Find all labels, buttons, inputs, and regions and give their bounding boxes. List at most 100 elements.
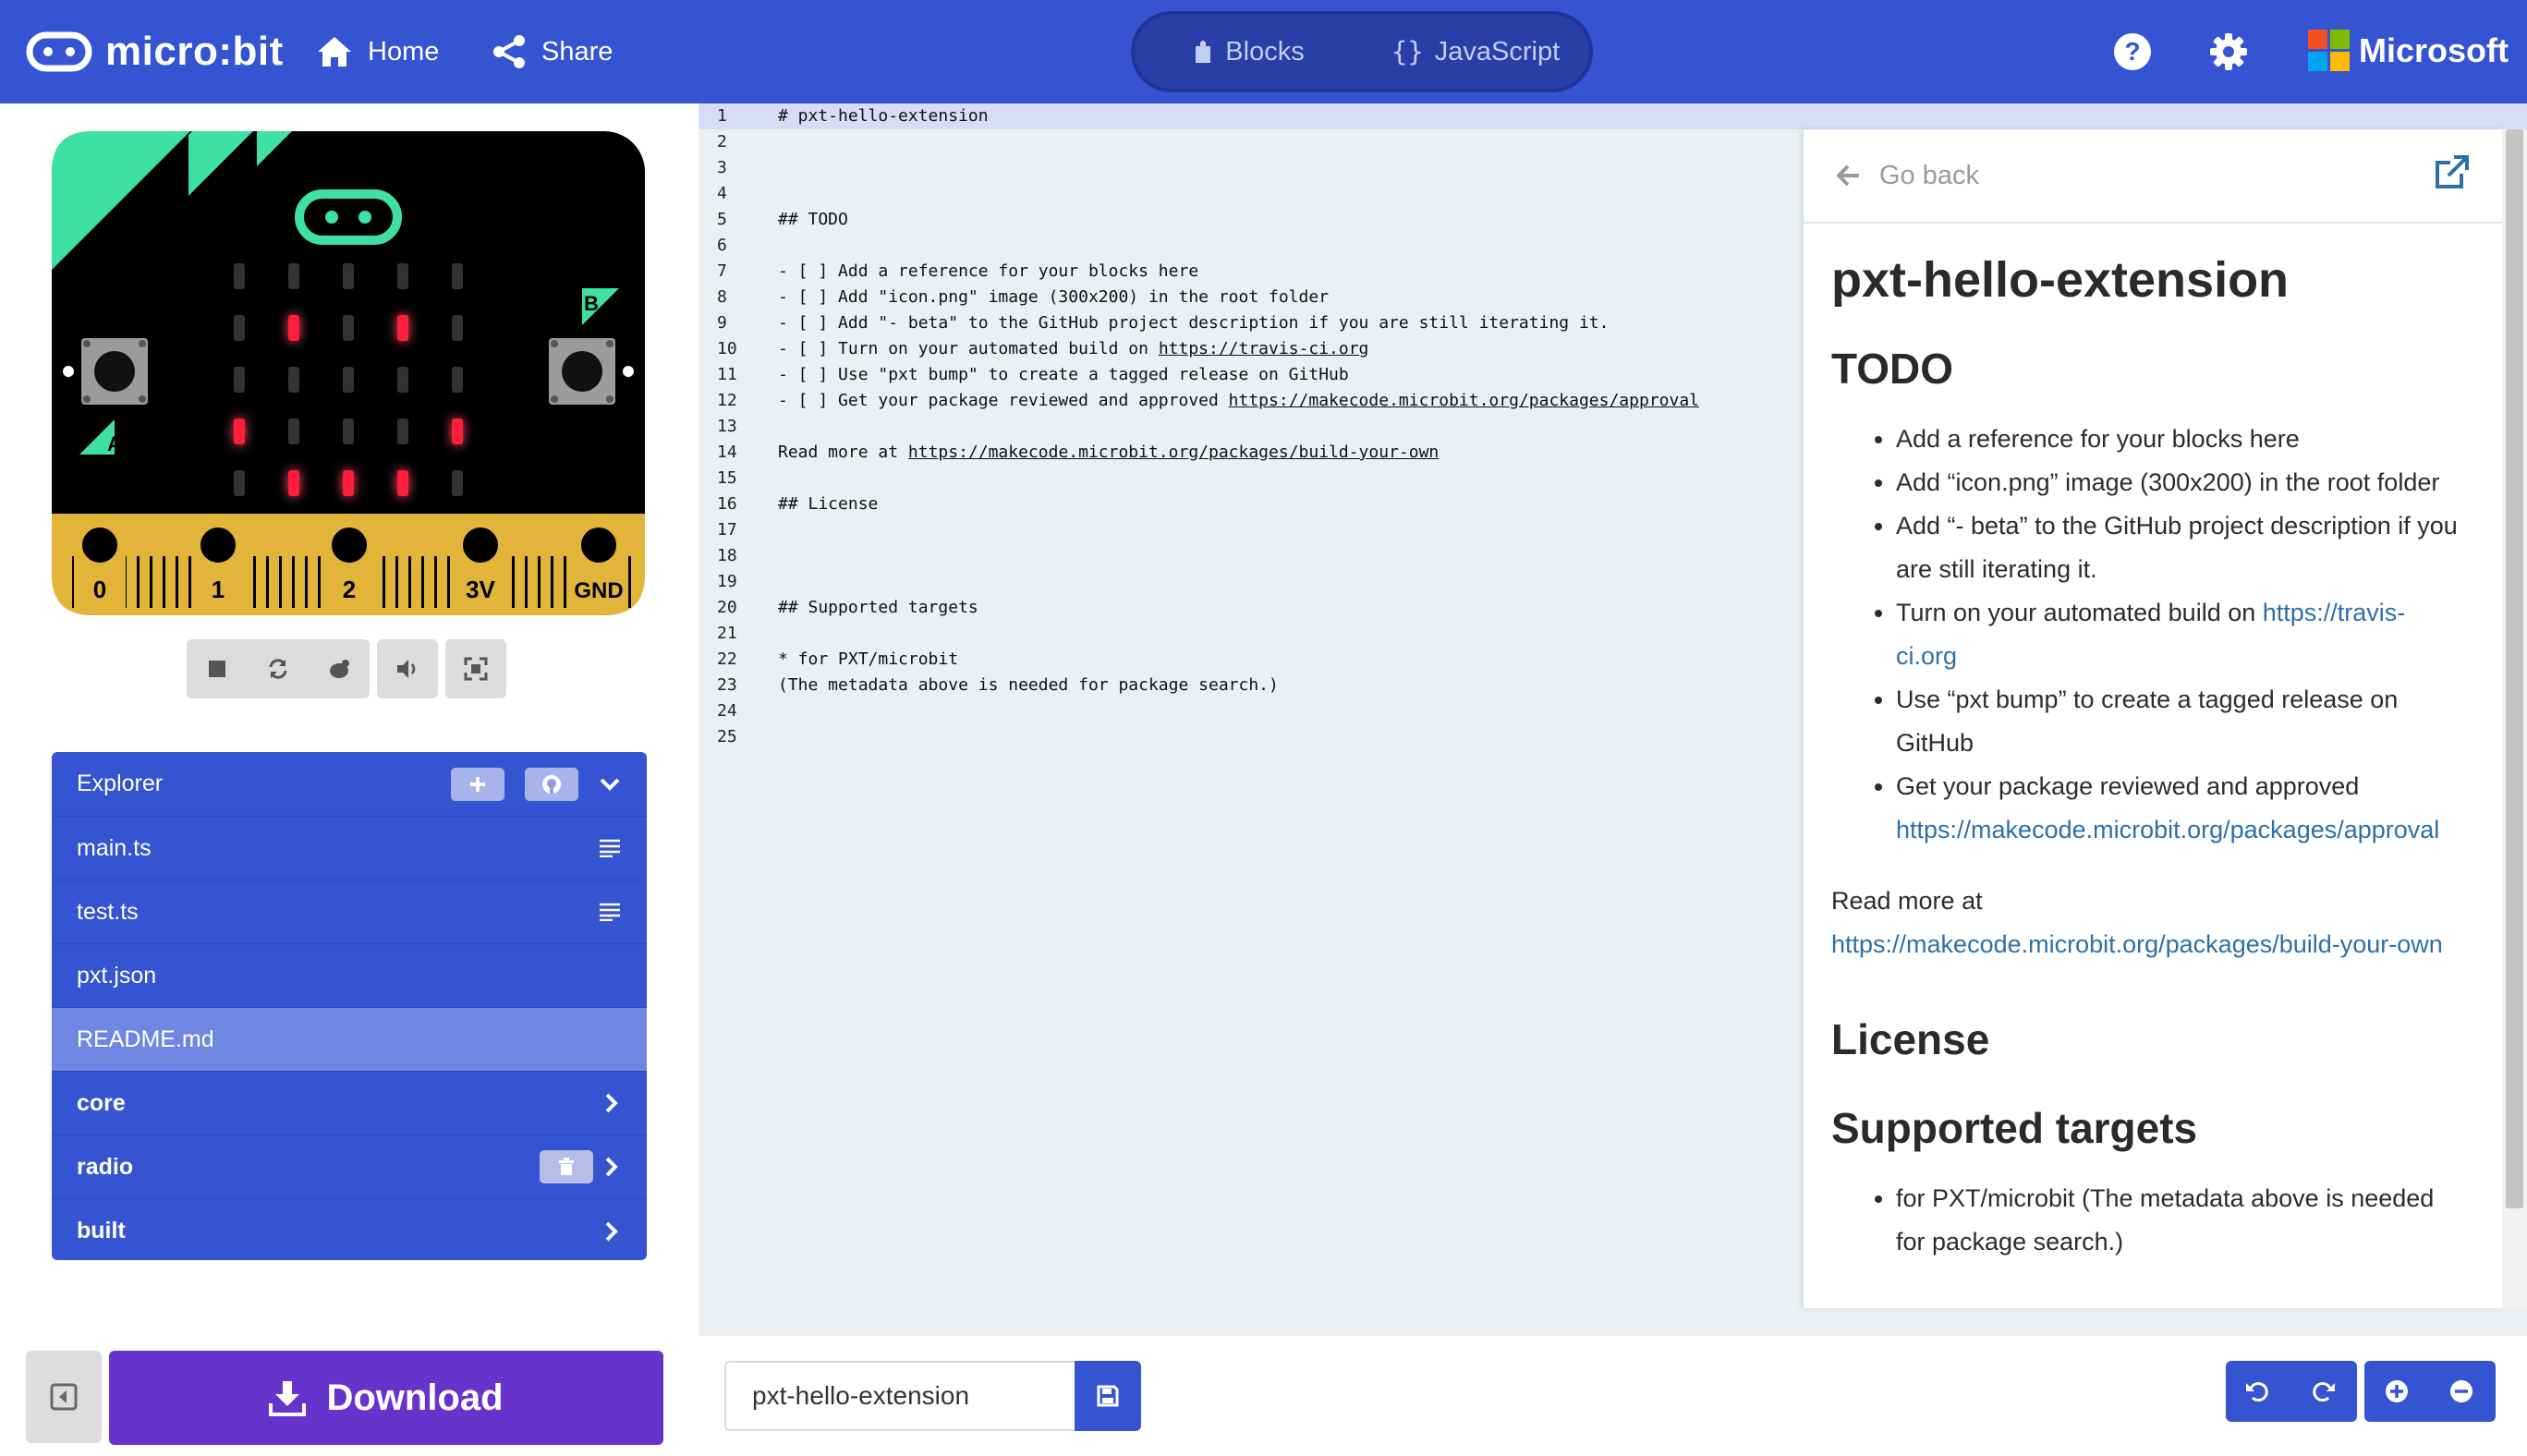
line-link[interactable]: https://makecode.microbit.org/packages/a… — [1229, 391, 1699, 410]
led-on — [452, 419, 463, 444]
explorer-folder-radio[interactable]: radio — [52, 1135, 647, 1199]
connector-tooth — [525, 556, 528, 608]
zoom-in-button[interactable] — [2364, 1361, 2429, 1422]
explorer-item-pxt-json[interactable]: pxt.json — [52, 944, 647, 1008]
add-file-button[interactable] — [451, 767, 504, 801]
redo-button[interactable] — [2290, 1361, 2355, 1422]
microbit-simulator[interactable]: A B 0 1 2 3V GND — [52, 131, 645, 615]
line-number: 7 — [717, 261, 727, 281]
todo-list: Add a reference for your blocks here Add … — [1831, 418, 2460, 852]
doc-title: pxt-hello-extension — [1831, 252, 2290, 308]
line-text-content: - [ ] Add a reference for your blocks he… — [778, 261, 1199, 281]
led-off — [234, 315, 245, 341]
targets-heading: Supported targets — [1831, 1104, 2198, 1152]
led-off — [288, 263, 299, 289]
read-more-paragraph: Read more at https://makecode.microbit.o… — [1831, 880, 2460, 966]
line-text — [756, 569, 778, 595]
explorer-item-label: main.ts — [77, 834, 152, 861]
connector-tooth — [188, 556, 191, 608]
connector-tooth — [163, 556, 165, 608]
explorer-item-test-ts[interactable]: test.ts — [52, 880, 647, 944]
restart-button[interactable] — [248, 639, 309, 698]
save-button[interactable] — [1075, 1361, 1141, 1431]
code-line[interactable]: 1 # pxt-hello-extension — [699, 103, 2527, 129]
connector-tooth — [305, 556, 308, 608]
pin-label: GND — [574, 578, 623, 603]
button-a-label: A — [107, 432, 122, 455]
external-link-icon[interactable] — [2434, 155, 2469, 195]
collapse-simulator-button[interactable] — [26, 1351, 102, 1443]
todo-item: Add “icon.png” image (300x200) in the ro… — [1896, 461, 2460, 504]
sim-main-group — [187, 639, 370, 698]
go-back-link[interactable]: Go back — [1837, 161, 1979, 191]
line-text: - [ ] Add a reference for your blocks he… — [756, 259, 1198, 285]
pin-3V[interactable]: 3V — [455, 519, 506, 610]
zoom-out-button[interactable] — [2429, 1361, 2494, 1422]
blocks-tab[interactable]: Blocks — [1135, 37, 1362, 67]
scrollbar-thumb[interactable] — [2506, 129, 2523, 1208]
led-off — [452, 315, 463, 341]
explorer-folder-core[interactable]: core — [52, 1072, 647, 1135]
home-button[interactable]: Home — [316, 26, 439, 78]
gear-icon[interactable] — [2208, 31, 2249, 77]
javascript-tab[interactable]: {} JavaScript — [1362, 36, 1589, 67]
download-icon — [269, 1381, 307, 1416]
explorer-header[interactable]: Explorer — [52, 752, 647, 817]
todo-item-text: Add “icon.png” image (300x200) in the ro… — [1896, 468, 2440, 496]
undo-button[interactable] — [2226, 1361, 2290, 1422]
line-text: (The metadata above is needed for packag… — [756, 673, 1279, 698]
line-text — [756, 543, 778, 569]
line-number: 14 — [717, 443, 737, 462]
led-off — [234, 263, 245, 289]
line-link[interactable]: https://makecode.microbit.org/packages/b… — [908, 443, 1439, 462]
line-text — [756, 233, 778, 259]
help-icon[interactable]: ? — [2112, 31, 2153, 77]
explorer-item-main-ts[interactable]: main.ts — [52, 817, 647, 880]
connector-tooth — [408, 556, 411, 608]
share-button[interactable]: Share — [492, 26, 613, 78]
led-off — [288, 419, 299, 444]
line-text: - [ ] Turn on your automated build on ht… — [756, 336, 1368, 362]
led-off — [452, 367, 463, 393]
download-button[interactable]: Download — [109, 1351, 663, 1445]
stop-button[interactable] — [187, 639, 248, 698]
line-number: 10 — [717, 339, 737, 358]
github-button[interactable] — [525, 767, 578, 801]
pin-GND[interactable]: GND — [573, 519, 625, 610]
todo-item: Turn on your automated build on https://… — [1896, 591, 2460, 678]
explorer-folder-built[interactable]: built — [52, 1199, 647, 1260]
explorer-item-readme[interactable]: README.md — [52, 1008, 647, 1072]
pin-0[interactable]: 0 — [74, 519, 126, 610]
fullscreen-button[interactable] — [445, 639, 506, 698]
line-text — [756, 698, 778, 724]
connector-tooth — [266, 556, 269, 608]
github-icon — [542, 774, 561, 794]
led-off — [397, 419, 408, 444]
read-more-link[interactable]: https://makecode.microbit.org/packages/b… — [1831, 930, 2443, 958]
brand-name: micro:bit — [105, 29, 284, 74]
line-number: 3 — [717, 158, 727, 177]
explorer-title: Explorer — [77, 770, 164, 796]
todo-item-text: Turn on your automated build on — [1896, 599, 2263, 626]
project-name-input[interactable] — [724, 1361, 1075, 1431]
delete-button[interactable] — [540, 1150, 593, 1183]
microsoft-logo[interactable]: Microsoft — [2308, 30, 2509, 71]
chevron-right-icon — [605, 1093, 618, 1113]
connector-tooth — [318, 556, 321, 608]
plus-icon — [470, 776, 485, 792]
mute-button[interactable] — [377, 639, 438, 698]
arrow-left-icon — [1837, 164, 1859, 187]
download-label: Download — [326, 1377, 504, 1418]
pin-2[interactable]: 2 — [323, 519, 375, 610]
doc-scrollbar[interactable] — [2502, 129, 2527, 1308]
debug-button[interactable] — [309, 639, 370, 698]
explorer-item-label: test.ts — [77, 898, 139, 925]
microbit-logo[interactable]: micro:bit — [26, 22, 284, 81]
chevron-right-icon — [605, 1221, 618, 1241]
line-number: 23 — [717, 675, 737, 695]
pin-1[interactable]: 1 — [192, 519, 244, 610]
line-link[interactable]: https://travis-ci.org — [1159, 339, 1369, 358]
line-number: 13 — [717, 417, 737, 436]
chevron-down-icon[interactable] — [599, 777, 621, 792]
todo-item-link[interactable]: https://makecode.microbit.org/packages/a… — [1896, 816, 2439, 843]
